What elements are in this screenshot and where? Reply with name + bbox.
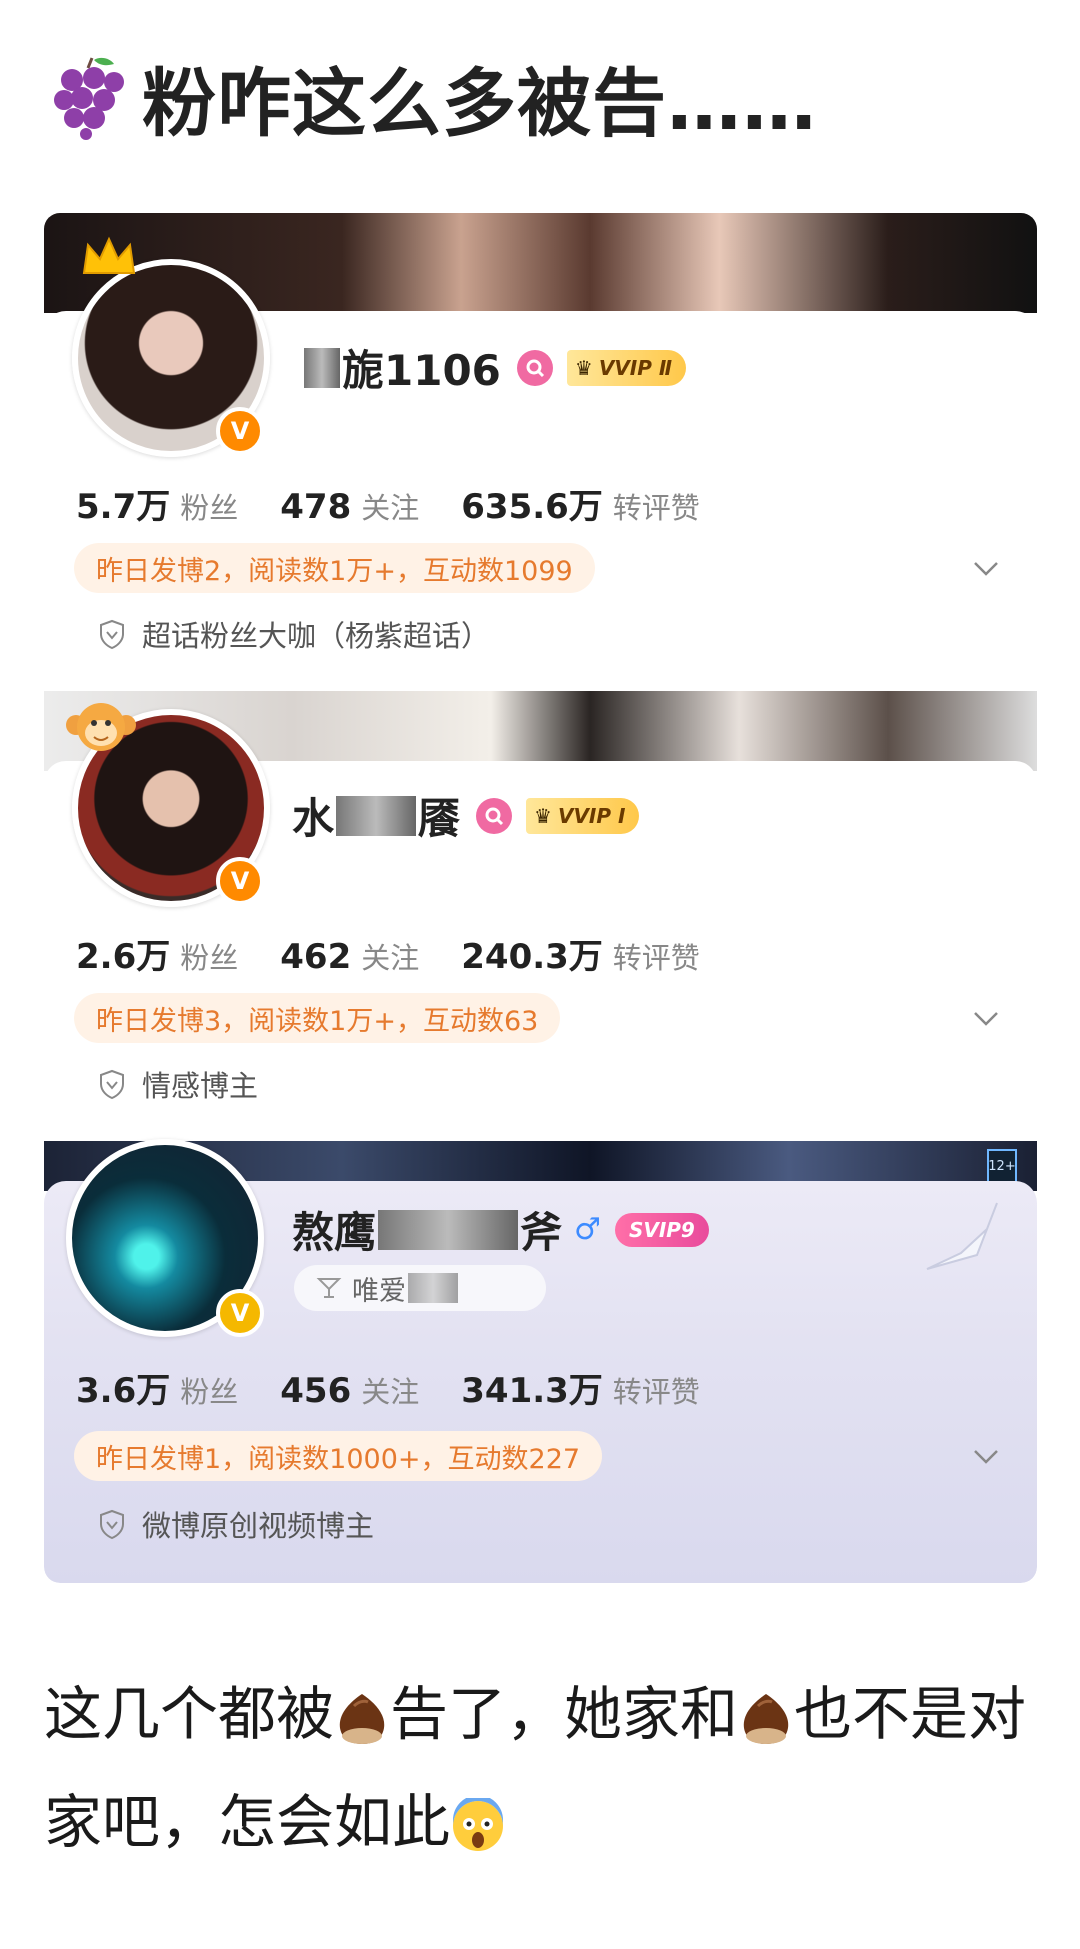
vvip-badge[interactable]: ♛ VVIP Ⅰ — [526, 797, 640, 834]
cocktail-icon — [316, 1278, 342, 1298]
profile-tag: 情感博主 — [96, 1063, 258, 1105]
masked-name — [304, 347, 340, 388]
body-text-1: 这几个都被 — [44, 1680, 335, 1748]
activity-pill[interactable]: 昨日发博3，阅读数1万+，互动数63 — [74, 993, 561, 1043]
shield-icon — [100, 619, 124, 650]
svip-label: SVIP9 — [628, 1217, 695, 1242]
chestnut-icon — [743, 1693, 789, 1744]
masked-bio — [408, 1273, 458, 1303]
male-icon: ♂ — [574, 1212, 601, 1247]
bio-pill[interactable]: 唯爱 — [294, 1265, 546, 1311]
crown-icon — [82, 236, 136, 274]
following-label: 关注 — [361, 1375, 420, 1409]
fans-label: 粉丝 — [180, 941, 239, 975]
svip-badge[interactable]: SVIP9 — [614, 1212, 709, 1247]
likes-count: 240.3万 — [461, 937, 603, 977]
vvip-badge[interactable]: ♛ VVIP Ⅱ — [566, 349, 687, 386]
likes-count: 341.3万 — [461, 1371, 603, 1411]
profile-stats: 5.7万 粉丝 478 关注 635.6万 转评赞 — [76, 479, 742, 528]
fans-label: 粉丝 — [180, 491, 239, 525]
likes-label: 转评赞 — [612, 491, 700, 525]
profile-card: V 水 餍 ♛ VVIP Ⅰ 2.6万 粉丝 462 关注 240.3万 转评赞 昨日发… — [44, 703, 1037, 1141]
following-label: 关注 — [361, 941, 420, 975]
shield-icon — [100, 1509, 124, 1540]
username-prefix: 熬鹰 — [292, 1208, 377, 1257]
profile-card: V 熬鹰 斧 ♂ SVIP9 唯爱 3.6万 粉丝 456 关注 341.3万 转评赞… — [44, 1139, 1037, 1583]
paper-crane-icon — [926, 1202, 998, 1270]
post-body: 这几个都被 告了，她家和 也不是对家吧，怎会如此 — [44, 1660, 1034, 1876]
tag-text: 情感博主 — [142, 1069, 259, 1103]
masked-name — [336, 795, 417, 836]
age-rating-text: 12+ — [988, 1158, 1016, 1174]
likes-label: 转评赞 — [612, 1375, 700, 1409]
shield-icon — [100, 1069, 124, 1100]
crown-icon: ♛ — [574, 355, 593, 380]
age-rating-badge: 12+ — [987, 1149, 1017, 1183]
tag-text: 超话粉丝大咖（杨紫超话） — [142, 619, 491, 653]
fans-label: 粉丝 — [180, 1375, 239, 1409]
likes-label: 转评赞 — [612, 941, 700, 975]
username[interactable]: 水 餍 ♛ VVIP Ⅰ — [292, 785, 640, 846]
username[interactable]: 旎1106 ♛ VVIP Ⅱ — [302, 337, 687, 398]
body-text-2: 告了，她家和 — [390, 1680, 739, 1748]
username-text: 旎1106 — [342, 346, 501, 395]
vvip-label: VVIP Ⅱ — [598, 355, 673, 380]
shocked-face-icon — [453, 1797, 504, 1851]
fans-count[interactable]: 3.6万 — [76, 1363, 170, 1412]
username-suffix: 斧 — [520, 1208, 563, 1257]
chevron-down-icon[interactable] — [971, 1441, 1001, 1471]
likes-count: 635.6万 — [461, 487, 603, 527]
search-icon[interactable] — [516, 349, 553, 386]
username[interactable]: 熬鹰 斧 ♂ SVIP9 — [292, 1199, 709, 1260]
post-headline: 粉咋这么多被告…… — [48, 52, 817, 147]
crown-icon: ♛ — [534, 803, 552, 828]
chevron-down-icon[interactable] — [971, 553, 1001, 583]
username-prefix: 水 — [292, 794, 335, 843]
masked-name — [378, 1209, 519, 1250]
chestnut-icon — [339, 1693, 385, 1744]
activity-pill[interactable]: 昨日发博1，阅读数1000+，互动数227 — [74, 1431, 603, 1481]
chevron-down-icon[interactable] — [971, 1003, 1001, 1033]
profiles-screenshot: V 旎1106 ♛ VVIP Ⅱ 5.7万 粉丝 478 关注 635.6万 转评赞 昨… — [44, 213, 1037, 1583]
activity-pill[interactable]: 昨日发博2，阅读数1万+，互动数1099 — [74, 543, 595, 593]
username-suffix: 餍 — [418, 794, 461, 843]
headline-text: 粉咋这么多被告…… — [142, 60, 817, 147]
following-count[interactable]: 478 — [280, 487, 351, 527]
verified-badge: V — [216, 857, 264, 905]
bio-text: 唯爱 — [352, 1275, 406, 1307]
profile-tag: 超话粉丝大咖（杨紫超话） — [96, 613, 490, 655]
profile-tag: 微博原创视频博主 — [96, 1503, 374, 1545]
profile-card: V 旎1106 ♛ VVIP Ⅱ 5.7万 粉丝 478 关注 635.6万 转评赞 昨… — [44, 236, 1037, 691]
verified-badge: V — [216, 407, 264, 455]
following-count[interactable]: 456 — [280, 1371, 351, 1411]
profile-stats: 3.6万 粉丝 456 关注 341.3万 转评赞 — [76, 1363, 742, 1412]
fans-count[interactable]: 5.7万 — [76, 479, 170, 528]
profile-stats: 2.6万 粉丝 462 关注 240.3万 转评赞 — [76, 929, 742, 978]
search-icon[interactable] — [476, 797, 513, 834]
fans-count[interactable]: 2.6万 — [76, 929, 170, 978]
monkey-icon — [66, 703, 136, 751]
grape-icon — [54, 57, 124, 140]
following-label: 关注 — [361, 491, 420, 525]
vvip-label: VVIP Ⅰ — [557, 803, 626, 828]
following-count[interactable]: 462 — [280, 937, 351, 977]
verified-badge: V — [216, 1289, 264, 1337]
tag-text: 微博原创视频博主 — [142, 1509, 375, 1543]
